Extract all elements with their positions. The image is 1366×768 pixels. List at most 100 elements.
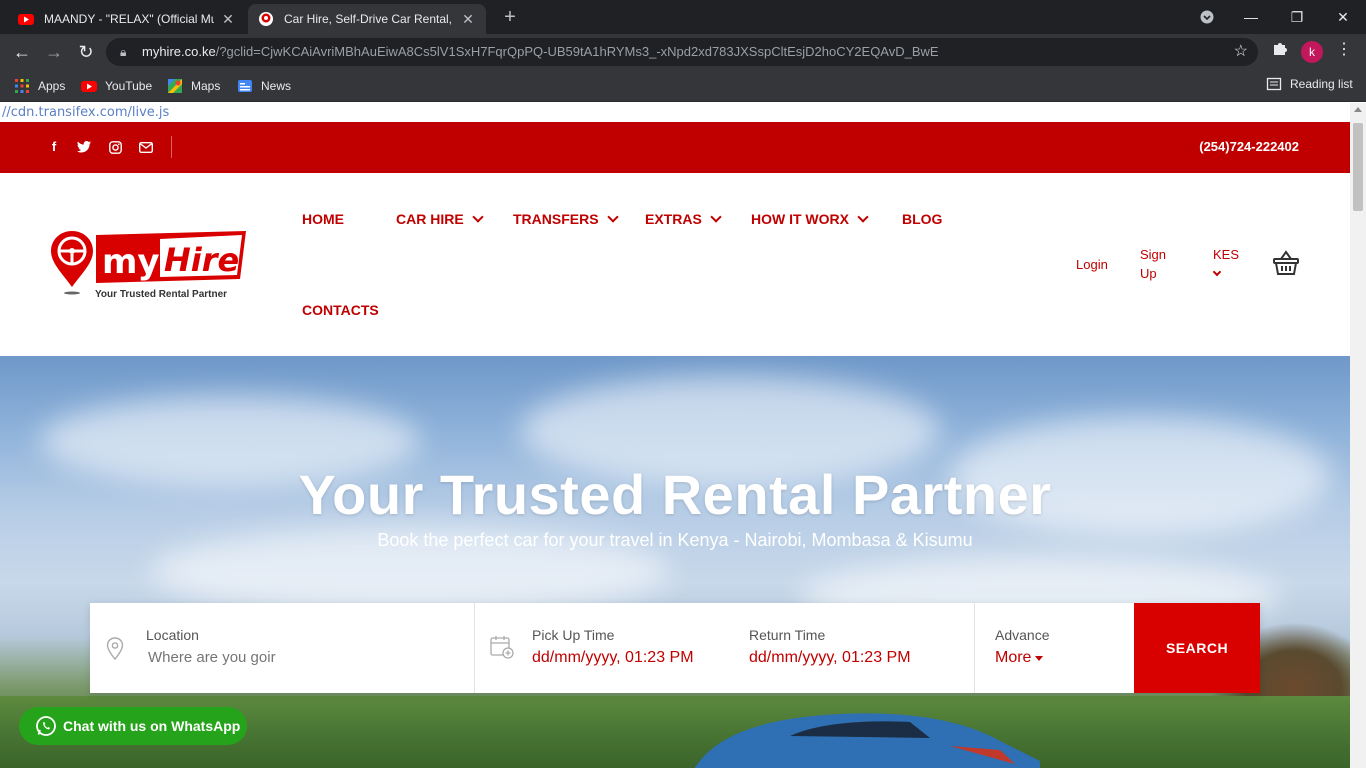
hero-title: Your Trusted Rental Partner xyxy=(298,463,1052,526)
topbar-divider xyxy=(171,136,172,158)
more-label: More xyxy=(995,649,1032,666)
more-dropdown[interactable]: More xyxy=(995,649,1044,667)
nav-contacts[interactable]: CONTACTS xyxy=(302,302,379,318)
bookmark-label: News xyxy=(261,79,292,93)
hero-subtitle: Book the perfect car for your travel in … xyxy=(377,530,973,550)
new-tab-button[interactable]: + xyxy=(498,6,522,30)
address-bar[interactable]: 🔒︎ myhire.co.ke/?gclid=CjwKCAiAvriMBhAuE… xyxy=(106,38,1258,66)
pickup-label: Pick Up Time xyxy=(532,627,615,643)
url-path: /?gclid=CjwKCAiAvriMBhAuEiwA8Cs5lV1SxH7F… xyxy=(215,44,939,59)
page-scrollbar[interactable] xyxy=(1350,103,1366,768)
whatsapp-icon xyxy=(36,716,56,736)
logo-my: my xyxy=(102,242,160,282)
return-time-field[interactable]: Return Time dd/mm/yyyy, 01:23 PM xyxy=(747,603,967,693)
close-tab-icon[interactable]: ✕ xyxy=(220,11,236,28)
url-host: myhire.co.ke xyxy=(142,44,216,59)
whatsapp-chat-button[interactable]: Chat with us on WhatsApp xyxy=(19,707,247,745)
close-window-icon[interactable]: ✕ xyxy=(1332,6,1354,28)
profile-avatar[interactable]: k xyxy=(1301,41,1323,63)
tab-myhire[interactable]: Car Hire, Self-Drive Car Rental, Ai ✕ xyxy=(248,4,486,34)
myhire-favicon-icon xyxy=(259,12,273,26)
chevron-down-icon xyxy=(857,210,869,223)
back-icon[interactable]: ← xyxy=(10,40,34,64)
top-contact-bar: f (254)724-222402 xyxy=(0,122,1350,173)
nav-label: HOW IT WORX xyxy=(751,211,849,227)
phone-number[interactable]: (254)724-222402 xyxy=(1199,139,1299,154)
field-separator xyxy=(474,603,475,693)
twitter-icon[interactable] xyxy=(75,138,93,156)
nav-blog[interactable]: BLOG xyxy=(902,211,942,227)
youtube-icon xyxy=(81,81,97,92)
myhire-logo[interactable]: my Hire Your Trusted Rental Partner xyxy=(50,229,250,301)
bookmark-maps[interactable]: Maps xyxy=(167,76,220,96)
browser-menu-icon[interactable]: ⋮ xyxy=(1336,40,1352,60)
reading-list-icon xyxy=(1266,77,1282,91)
site-header: my Hire Your Trusted Rental Partner HOME… xyxy=(0,173,1350,356)
nav-extras[interactable]: EXTRAS xyxy=(645,210,722,227)
return-input[interactable]: dd/mm/yyyy, 01:23 PM xyxy=(749,649,911,667)
pickup-time-field[interactable]: Pick Up Time dd/mm/yyyy, 01:23 PM xyxy=(530,603,740,693)
tab-youtube[interactable]: MAANDY - "RELAX" (Official Mus ✕ xyxy=(8,4,246,34)
maps-icon xyxy=(168,79,182,93)
instagram-icon[interactable] xyxy=(106,138,124,156)
signup-link-line1[interactable]: Sign xyxy=(1140,247,1166,262)
forward-icon[interactable]: → xyxy=(42,40,66,64)
car-image xyxy=(694,713,1040,768)
browser-tab-strip: MAANDY - "RELAX" (Official Mus ✕ Car Hir… xyxy=(0,0,1366,34)
location-label: Location xyxy=(146,627,199,643)
bookmark-apps[interactable]: Apps xyxy=(14,76,65,96)
news-icon xyxy=(238,80,252,92)
search-panel: Location Pick Up Time dd/mm/yyyy, 01:23 … xyxy=(90,603,1260,693)
youtube-icon xyxy=(18,14,34,25)
return-label: Return Time xyxy=(749,627,826,643)
chevron-down-icon xyxy=(606,210,619,223)
chevron-down-icon xyxy=(472,210,484,223)
nav-transfers[interactable]: TRANSFERS xyxy=(513,210,619,227)
cdn-script-text: //cdn.transifex.com/live.js xyxy=(2,105,170,120)
reading-list-button[interactable]: Reading list xyxy=(1266,76,1353,92)
tab-title: MAANDY - "RELAX" (Official Mus xyxy=(44,12,214,26)
search-button[interactable]: SEARCH xyxy=(1134,603,1260,693)
nav-label: TRANSFERS xyxy=(513,211,599,227)
bookmark-news[interactable]: News xyxy=(237,76,291,96)
whatsapp-label: Chat with us on WhatsApp xyxy=(63,718,241,734)
facebook-icon[interactable]: f xyxy=(45,138,63,156)
nav-home[interactable]: HOME xyxy=(302,211,344,227)
signup-link-line2[interactable]: Up xyxy=(1140,266,1157,281)
nav-label: CAR HIRE xyxy=(396,211,464,227)
login-link[interactable]: Login xyxy=(1076,257,1108,272)
reload-icon[interactable]: ↻ xyxy=(74,40,98,64)
close-tab-icon[interactable]: ✕ xyxy=(460,11,476,28)
browser-toolbar: ← → ↻ 🔒︎ myhire.co.ke/?gclid=CjwKCAiAvri… xyxy=(0,34,1366,70)
advance-label: Advance xyxy=(995,627,1050,643)
nav-car-hire[interactable]: CAR HIRE xyxy=(396,210,484,227)
minimize-icon[interactable]: — xyxy=(1240,6,1262,28)
advance-options[interactable]: Advance More xyxy=(975,603,1133,693)
location-pin-icon xyxy=(106,637,124,661)
cart-basket-icon[interactable] xyxy=(1272,249,1300,277)
chevron-down-icon[interactable] xyxy=(1212,267,1222,277)
nav-label: BLOG xyxy=(902,211,943,227)
scrollbar-thumb[interactable] xyxy=(1353,123,1363,211)
scroll-up-icon[interactable] xyxy=(1354,107,1362,112)
bookmark-star-icon[interactable]: ☆ xyxy=(1234,38,1248,66)
location-input[interactable] xyxy=(148,649,368,666)
logo-hire: Hire xyxy=(164,241,239,279)
email-icon[interactable] xyxy=(137,138,155,156)
location-field[interactable]: Location xyxy=(90,603,474,693)
bookmark-youtube[interactable]: YouTube xyxy=(81,76,152,96)
extensions-puzzle-icon[interactable] xyxy=(1270,40,1290,60)
tab-search-icon[interactable] xyxy=(1196,6,1218,28)
restore-icon[interactable]: ❐ xyxy=(1286,6,1308,28)
nav-label: CONTACTS xyxy=(302,302,379,318)
nav-label: HOME xyxy=(302,211,344,227)
logo-tagline: Your Trusted Rental Partner xyxy=(95,289,227,300)
bookmarks-bar: Apps YouTube Maps News xyxy=(0,70,1366,102)
web-page: //cdn.transifex.com/live.js f (254)724-2… xyxy=(0,103,1350,768)
bookmark-label: Maps xyxy=(191,79,221,93)
tab-title: Car Hire, Self-Drive Car Rental, Ai xyxy=(284,12,454,26)
pickup-input[interactable]: dd/mm/yyyy, 01:23 PM xyxy=(532,649,694,667)
currency-selector[interactable]: KES xyxy=(1213,247,1239,262)
apps-grid-icon xyxy=(15,79,29,93)
nav-how-it-worx[interactable]: HOW IT WORX xyxy=(751,210,869,227)
